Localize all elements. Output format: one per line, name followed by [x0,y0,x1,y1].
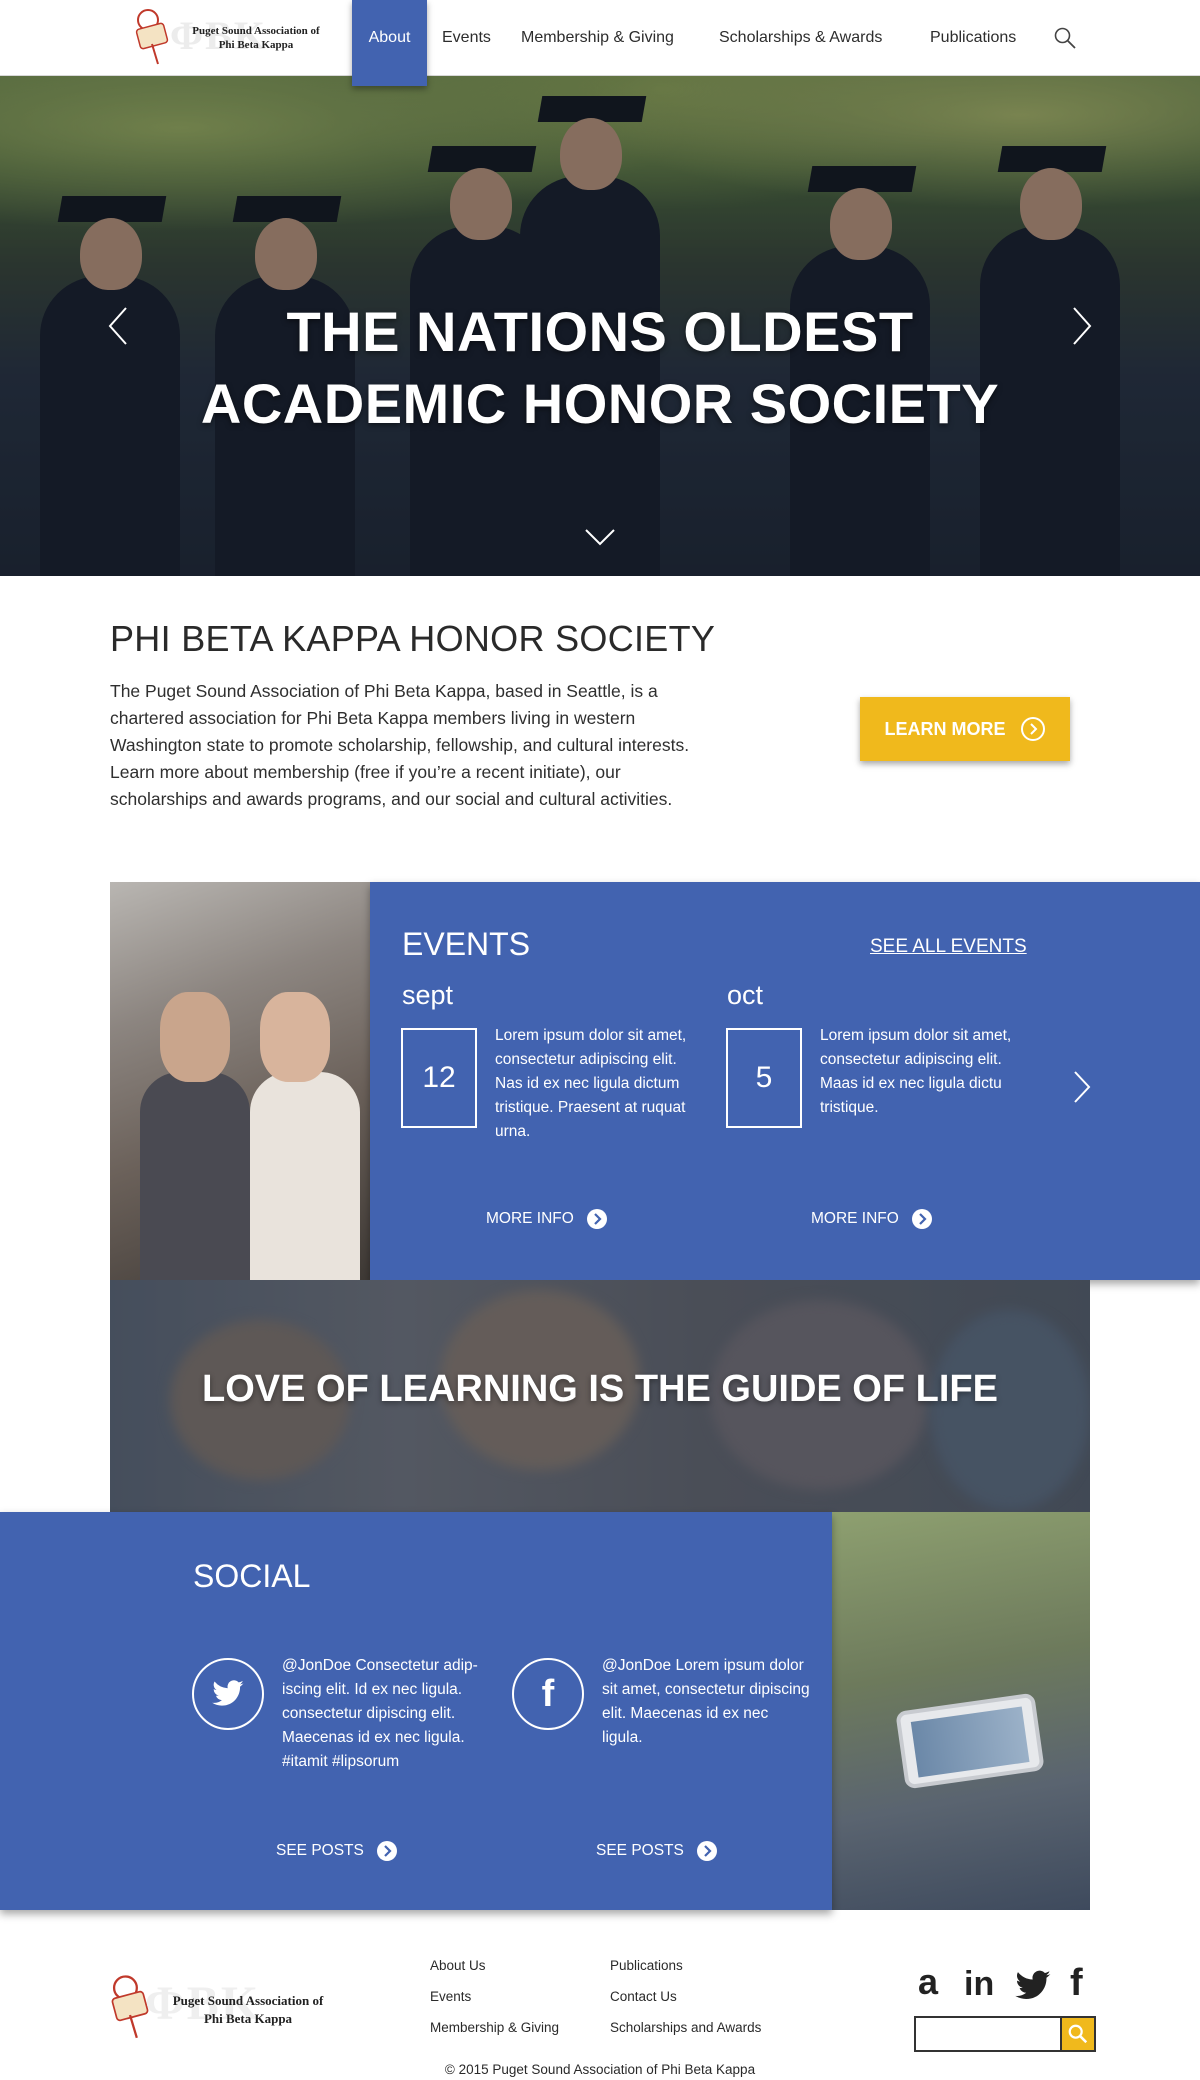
footer-link-scholarships-awards[interactable]: Scholarships and Awards [610,2020,761,2035]
footer-link-contact-us[interactable]: Contact Us [610,1989,677,2004]
logo-text: Puget Sound Association of Phi Beta Kapp… [192,25,320,51]
intro-text: The Puget Sound Association of Phi Beta … [110,681,690,809]
chevron-right-icon[interactable] [1072,1070,1092,1104]
event-description: Lorem ipsum dolor sit amet, consectetur … [820,1027,1012,1116]
footer-search-button[interactable] [1060,2016,1096,2052]
event-more-info-button[interactable]: MORE INFO [811,1208,933,1230]
hero-title: THE NATIONS OLDEST ACADEMIC HONOR SOCIET… [200,299,1000,435]
footer-link-membership-giving[interactable]: Membership & Giving [430,2020,559,2035]
chevron-right-icon[interactable] [1070,306,1094,346]
search-icon[interactable] [1053,26,1077,50]
logo-text: Puget Sound Association of Phi Beta Kapp… [172,1993,324,2026]
footer-logo[interactable]: ΦBK Puget Sound Association of Phi Beta … [105,1968,345,2048]
events-photo [110,882,372,1280]
chevron-left-icon[interactable] [106,306,130,346]
copyright-text: © 2015 Puget Sound Association of Phi Be… [444,2062,756,2077]
event-month: oct [727,980,764,1010]
learn-more-button[interactable]: LEARN MORE [860,697,1070,761]
nav-membership-giving[interactable]: Membership & Giving [521,0,674,76]
facebook-icon[interactable]: f [1070,1962,1083,2004]
see-all-events-link[interactable]: SEE ALL EVENTS [870,936,1027,958]
quote-banner: LOVE OF LEARNING IS THE GUIDE OF LIFE [110,1280,1090,1512]
event-month: sept [402,980,454,1010]
amazon-icon[interactable]: a [918,1962,938,2002]
top-navigation: ΦBK Puget Sound Association of Phi Beta … [0,0,1200,86]
nav-events[interactable]: Events [442,0,491,76]
social-post-text: @JonDoe Lorem ipsum dolor sit amet, cons… [602,1657,810,1746]
see-posts-button[interactable]: SEE POSTS [596,1840,718,1862]
chevron-down-icon[interactable] [584,527,616,547]
key-logo-icon [135,9,169,65]
nav-scholarships-awards[interactable]: Scholarships & Awards [719,0,882,76]
quote-text: LOVE OF LEARNING IS THE GUIDE OF LIFE [202,1368,998,1410]
arrow-circle-icon [696,1841,717,1861]
event-date-box: 5 [726,1028,802,1128]
twitter-icon[interactable] [192,1658,264,1730]
arrow-circle-icon [376,1841,397,1861]
footer-link-about-us[interactable]: About Us [430,1958,486,1973]
footer-link-publications[interactable]: Publications [610,1958,683,1973]
events-title: EVENTS [402,926,531,962]
footer-link-events[interactable]: Events [430,1989,471,2004]
social-photo [830,1512,1090,1910]
site-logo[interactable]: ΦBK Puget Sound Association of Phi Beta … [130,6,340,66]
facebook-icon[interactable]: f [512,1658,584,1730]
search-icon [1068,2024,1088,2044]
event-description: Lorem ipsum dolor sit amet, consectetur … [495,1027,687,1140]
phone-image [895,1692,1045,1790]
event-more-info-button[interactable]: MORE INFO [486,1208,608,1230]
social-panel: SOCIAL @JonDoe Consectetur adip- iscing … [0,1512,832,1910]
see-posts-button[interactable]: SEE POSTS [276,1840,398,1862]
linkedin-icon[interactable]: in [964,1962,994,2003]
social-post-text: @JonDoe Consectetur adip- iscing elit. I… [282,1657,478,1770]
arrow-circle-icon [911,1209,932,1229]
event-date-box: 12 [401,1028,477,1128]
social-title: SOCIAL [193,1558,311,1594]
arrow-circle-icon [586,1209,607,1229]
events-panel: EVENTS SEE ALL EVENTS sept 12 Lorem ipsu… [370,882,1200,1280]
nav-about[interactable]: About [352,0,427,86]
arrow-circle-icon [1020,717,1045,741]
twitter-icon[interactable] [1014,1966,1052,2006]
intro-title: PHI BETA KAPPA HONOR SOCIETY [110,618,716,659]
nav-publications[interactable]: Publications [930,0,1016,76]
